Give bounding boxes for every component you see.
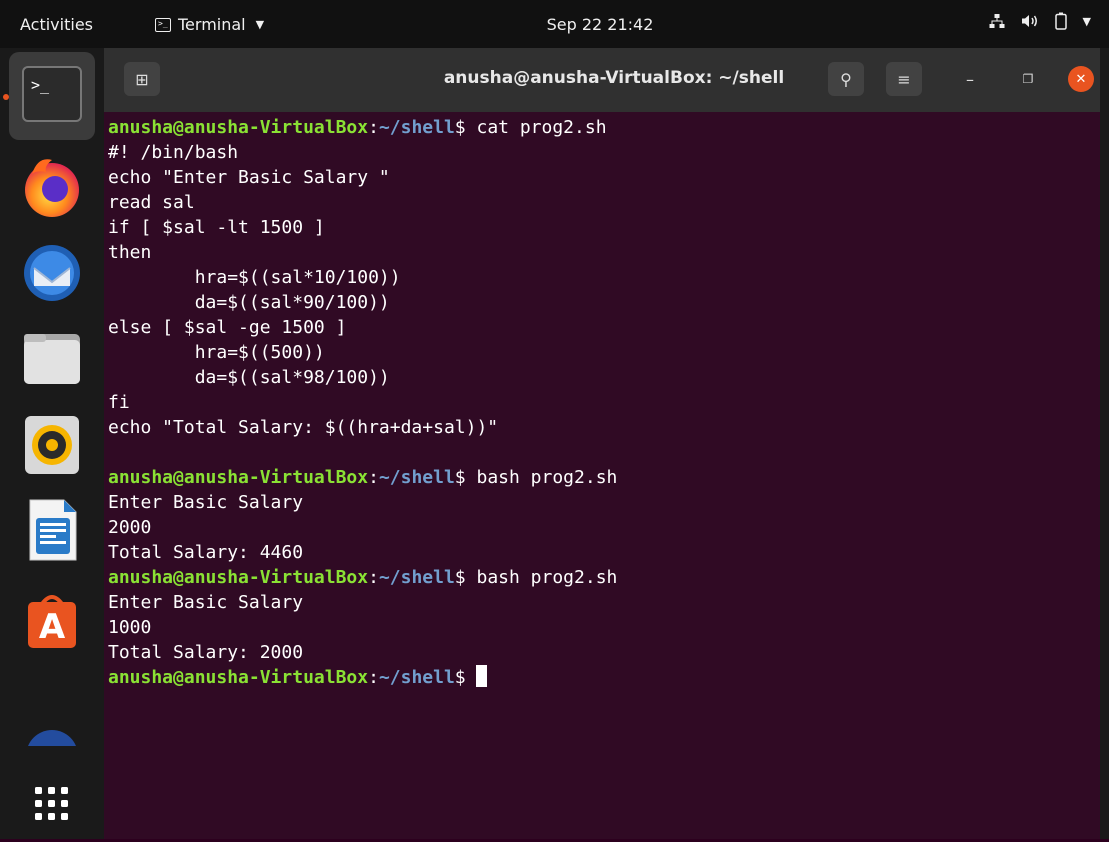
dock-firefox[interactable] (18, 152, 86, 220)
show-applications-button[interactable] (18, 770, 86, 838)
prompt-symbol: $ (454, 567, 477, 588)
output-line: da=$((sal*98/100)) (108, 367, 390, 388)
terminal-small-icon: >_ (155, 17, 171, 32)
prompt-line: anusha@anusha-VirtualBox:~/shell$ bash p… (108, 465, 1100, 490)
menu-button[interactable]: ≡ (886, 62, 922, 96)
close-button[interactable]: ✕ (1068, 66, 1094, 92)
svg-text:A: A (39, 607, 66, 647)
volume-icon (1021, 15, 1037, 27)
output-line: Total Salary: 2000 (108, 642, 304, 663)
prompt-path: ~/shell (378, 567, 455, 588)
dock-files[interactable] (18, 324, 86, 392)
prompt-line: anusha@anusha-VirtualBox:~/shell$ bash p… (108, 565, 1100, 590)
prompt-line: anusha@anusha-VirtualBox:~/shell$ cat pr… (108, 115, 1100, 140)
prompt-path: ~/shell (378, 667, 455, 688)
maximize-icon: ❐ (1022, 72, 1034, 86)
prompt-line: anusha@anusha-VirtualBox:~/shell$ (108, 665, 1100, 690)
help-icon (28, 730, 76, 746)
prompt-separator: : (368, 567, 379, 588)
command-text: bash prog2.sh (476, 467, 618, 488)
output-line: echo "Total Salary: $((hra+da+sal))" (108, 417, 499, 438)
files-icon (24, 334, 80, 384)
output-line: Enter Basic Salary (108, 592, 304, 613)
prompt-path: ~/shell (378, 467, 455, 488)
minimize-icon: – (966, 69, 974, 89)
grid-icon (35, 787, 68, 820)
dock-terminal[interactable]: >_ (18, 62, 86, 130)
dock-writer[interactable] (18, 496, 86, 564)
thunderbird-icon (24, 245, 80, 301)
output-line: fi (108, 392, 130, 413)
search-icon: ⚲ (840, 69, 852, 89)
dock-rhythmbox[interactable] (18, 410, 86, 478)
new-tab-button[interactable]: ⊞ (124, 62, 160, 96)
terminal-output[interactable]: anusha@anusha-VirtualBox:~/shell$ cat pr… (104, 112, 1100, 839)
terminal-window: ⊞ anusha@anusha-VirtualBox: ~/shell ⚲ ≡ … (104, 48, 1100, 839)
output-line: echo "Enter Basic Salary " (108, 167, 390, 188)
screen-edge (1100, 48, 1109, 839)
prompt-separator: : (368, 117, 379, 138)
prompt-symbol: $ (454, 667, 477, 688)
app-menu[interactable]: >_ Terminal ▼ (155, 15, 264, 34)
output-line: then (108, 242, 152, 263)
hamburger-menu-icon: ≡ (897, 69, 911, 89)
output-line: if [ $sal -lt 1500 ] (108, 217, 325, 238)
command-text: cat prog2.sh (476, 117, 607, 138)
rhythmbox-icon (25, 416, 79, 474)
terminal-icon: >_ (22, 66, 82, 122)
ubuntu-software-icon: A (28, 595, 76, 648)
dock-thunderbird[interactable] (18, 238, 86, 306)
window-title: anusha@anusha-VirtualBox: ~/shell (443, 68, 785, 88)
prompt-separator: : (368, 467, 379, 488)
prompt-symbol: $ (454, 467, 477, 488)
search-button[interactable]: ⚲ (828, 62, 864, 96)
dock-help[interactable] (18, 716, 86, 746)
new-tab-icon: ⊞ (135, 69, 149, 89)
prompt-user: anusha@anusha-VirtualBox (108, 567, 369, 588)
chevron-down-icon: ▼ (255, 18, 265, 31)
prompt-symbol: $ (454, 117, 477, 138)
output-line: 2000 (108, 517, 152, 538)
prompt-user: anusha@anusha-VirtualBox (108, 117, 369, 138)
firefox-icon (25, 159, 79, 217)
battery-icon (1054, 12, 1067, 30)
minimize-button[interactable]: – (952, 62, 988, 96)
activities-button[interactable]: Activities (20, 15, 93, 34)
output-line: hra=$((sal*10/100)) (108, 267, 401, 288)
prompt-user: anusha@anusha-VirtualBox (108, 667, 369, 688)
output-line: hra=$((500)) (108, 342, 325, 363)
output-line: #! /bin/bash (108, 142, 239, 163)
app-menu-label: Terminal (178, 15, 246, 34)
prompt-separator: : (368, 667, 379, 688)
output-line: else [ $sal -ge 1500 ] (108, 317, 347, 338)
network-icon (989, 14, 1005, 28)
window-headerbar[interactable]: ⊞ anusha@anusha-VirtualBox: ~/shell ⚲ ≡ … (104, 48, 1100, 112)
prompt-user: anusha@anusha-VirtualBox (108, 467, 369, 488)
text-cursor (476, 665, 488, 687)
maximize-button[interactable]: ❐ (1010, 62, 1046, 96)
output-line: read sal (108, 192, 195, 213)
top-bar: Activities >_ Terminal ▼ Sep 22 21:42 ▼ (0, 0, 1109, 48)
output-line: Total Salary: 4460 (108, 542, 304, 563)
output-line: 1000 (108, 617, 152, 638)
clock[interactable]: Sep 22 21:42 (500, 15, 700, 34)
output-line: da=$((sal*90/100)) (108, 292, 390, 313)
output-line: Enter Basic Salary (108, 492, 304, 513)
close-icon: ✕ (1075, 71, 1087, 87)
system-tray[interactable]: ▼ (989, 12, 1091, 30)
chevron-down-icon: ▼ (1082, 14, 1091, 28)
command-text: bash prog2.sh (476, 567, 618, 588)
dock: >_ A (0, 48, 104, 839)
prompt-path: ~/shell (378, 117, 455, 138)
dock-software[interactable]: A (18, 588, 86, 656)
libreoffice-writer-icon (29, 499, 77, 561)
running-indicator (3, 94, 9, 100)
